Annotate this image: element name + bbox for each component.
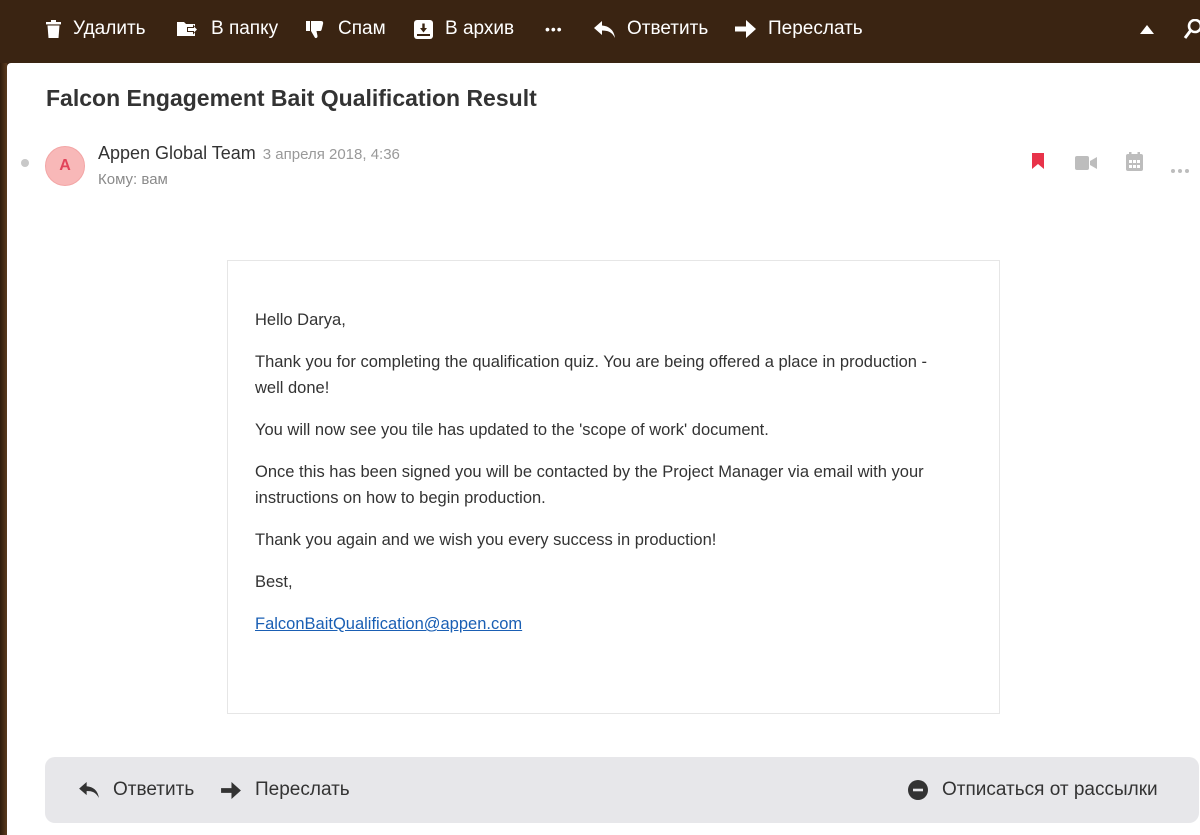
message-subject: Falcon Engagement Bait Qualification Res…: [46, 85, 537, 111]
message-panel: Falcon Engagement Bait Qualification Res…: [7, 63, 1200, 835]
forward-icon: [735, 20, 756, 38]
message-body: Hello Darya, Thank you for completing th…: [255, 307, 955, 653]
reply-label: Ответить: [627, 18, 709, 39]
video-icon[interactable]: [1075, 156, 1097, 175]
sender-name[interactable]: Appen Global Team: [98, 143, 256, 163]
reply-button[interactable]: Ответить: [594, 0, 708, 58]
bottom-forward-label: Переслать: [255, 779, 350, 800]
search-button[interactable]: [1183, 0, 1200, 58]
body-paragraph-4: Thank you again and we wish you every su…: [255, 531, 717, 549]
recipient-line[interactable]: Кому: вам: [98, 171, 168, 188]
unsubscribe-icon: [908, 780, 928, 800]
search-icon: [1183, 19, 1200, 39]
reply-icon: [79, 782, 99, 798]
delete-label: Удалить: [73, 18, 146, 39]
sender-line: Appen Global Team 3 апреля 2018, 4:36: [98, 143, 400, 164]
archive-button[interactable]: В архив: [414, 0, 514, 58]
trash-icon: [46, 20, 61, 38]
forward-icon: [221, 781, 241, 799]
background-strip: [0, 63, 7, 835]
spam-label: Спам: [338, 18, 386, 39]
archive-label: В архив: [445, 18, 515, 39]
sender-avatar[interactable]: A: [45, 146, 85, 186]
unsubscribe-button[interactable]: Отписаться от рассылки: [908, 757, 1158, 823]
read-status-dot[interactable]: [21, 159, 29, 167]
body-closing: Best,: [255, 573, 293, 591]
archive-icon: [414, 19, 433, 39]
bottom-action-bar: Ответить Переслать Отписаться от рассылк…: [45, 757, 1199, 823]
more-icon: •••: [545, 21, 563, 37]
spam-button[interactable]: Спам: [306, 0, 386, 58]
toolbar: Удалить В папку Спам В архив ••• Ответит…: [0, 0, 1200, 60]
bookmark-icon[interactable]: [1032, 153, 1044, 174]
collapse-button[interactable]: [1140, 0, 1154, 58]
body-paragraph-3: Once this has been signed you will be co…: [255, 463, 924, 507]
reply-icon: [594, 20, 615, 38]
more-actions-button[interactable]: •••: [545, 0, 563, 58]
forward-label: Переслать: [768, 18, 863, 39]
message-body-card: Hello Darya, Thank you for completing th…: [227, 260, 1000, 714]
forward-button[interactable]: Переслать: [735, 0, 863, 58]
thumbs-down-icon: [306, 20, 326, 39]
collapse-up-icon: [1140, 24, 1154, 34]
delete-button[interactable]: Удалить: [46, 0, 146, 58]
body-greeting: Hello Darya,: [255, 311, 346, 329]
calendar-icon[interactable]: [1126, 152, 1143, 176]
message-date: 3 апреля 2018, 4:36: [262, 146, 400, 163]
folder-move-icon: [177, 20, 199, 38]
body-paragraph-1: Thank you for completing the qualificati…: [255, 353, 928, 397]
unsubscribe-label: Отписаться от рассылки: [942, 779, 1158, 800]
body-paragraph-2: You will now see you tile has updated to…: [255, 421, 769, 439]
bottom-forward-button[interactable]: Переслать: [221, 757, 350, 823]
bottom-reply-label: Ответить: [113, 779, 195, 800]
move-to-folder-label: В папку: [211, 18, 279, 39]
bottom-reply-button[interactable]: Ответить: [79, 757, 194, 823]
move-to-folder-button[interactable]: В папку: [177, 0, 278, 58]
more-icon[interactable]: [1171, 160, 1189, 178]
email-link[interactable]: FalconBaitQualification@appen.com: [255, 615, 522, 633]
